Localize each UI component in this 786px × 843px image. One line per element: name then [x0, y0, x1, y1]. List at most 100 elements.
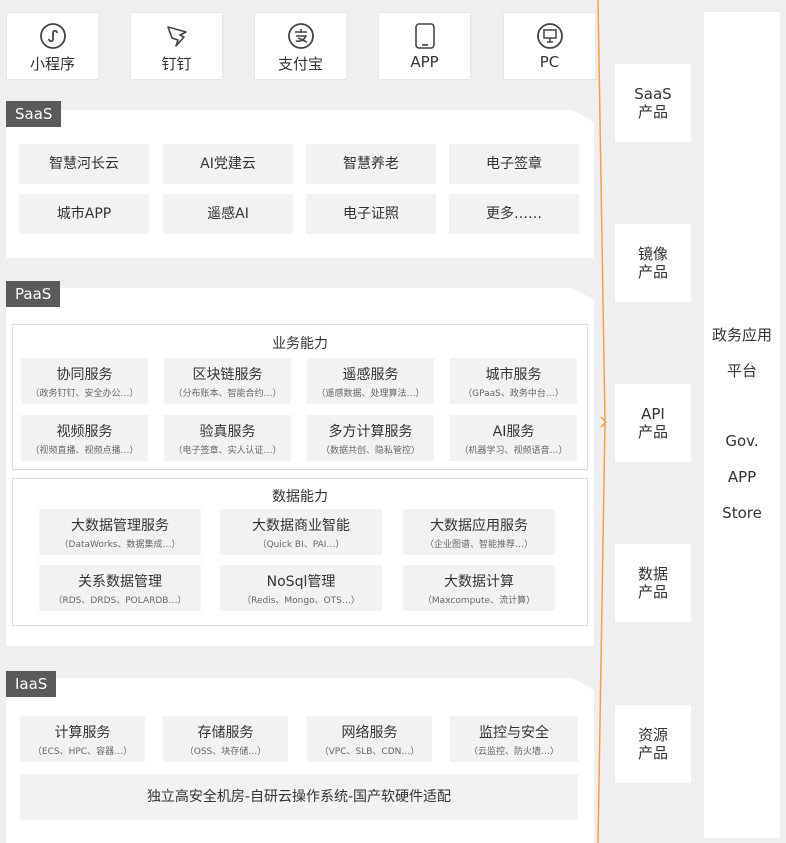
data-item: 关系数据管理 （RDS、DRDS、POLARDB…）: [39, 565, 201, 611]
business-item: 区块链服务 （分布账本、智能合约…）: [164, 358, 291, 404]
product-resource: 资源 产品: [615, 705, 691, 783]
iaas-item: 网络服务 （VPC、SLB、CDN…）: [307, 716, 432, 762]
mini-program-icon: [39, 23, 66, 49]
business-item: 多方计算服务 （数据共创、隐私管控）: [307, 415, 434, 461]
data-item-sub: （企业图谱、智能推荐…）: [424, 540, 533, 550]
endpoint-app: APP: [378, 12, 471, 80]
paas-tag: PaaS: [6, 281, 61, 307]
data-item-title: NoSql管理: [266, 574, 336, 590]
business-item: 视频服务 （视频直播、视频点播…）: [21, 415, 148, 461]
platform-line1: 政务应用: [711, 326, 772, 344]
data-capability-group: 数据能力 大数据管理服务 （DataWorks、数据集成…） 大数据商业智能 （Qu…: [12, 478, 588, 626]
endpoint-mini-program: 小程序: [6, 12, 99, 80]
iaas-item-sub: （ECS、HPC、容器…）: [32, 747, 133, 757]
endpoint-label: 支付宝: [277, 55, 323, 73]
saas-item: 城市APP: [19, 194, 149, 234]
business-item-sub: （政务钉钉、安全办公…）: [30, 389, 139, 399]
product-line1: 资源: [637, 726, 668, 744]
business-capability-group: 业务能力 协同服务 （政务钉钉、安全办公…） 区块链服务 （分布账本、智能合约…） …: [12, 324, 588, 470]
business-item-title: 遥感服务: [342, 367, 399, 383]
business-item: 验真服务 （电子签章、实人认证…）: [164, 415, 291, 461]
product-line2: 产品: [637, 103, 668, 121]
product-line2: 产品: [637, 263, 668, 281]
product-line2: 产品: [637, 583, 668, 601]
arrow-divider: [597, 0, 608, 843]
data-capability-title: 数据能力: [272, 489, 328, 505]
product-line2: 产品: [637, 744, 668, 762]
saas-item: 智慧养老: [306, 144, 436, 184]
business-item-title: AI服务: [492, 424, 535, 440]
saas-tag: SaaS: [6, 101, 62, 127]
business-item-sub: （分布账本、智能合约…）: [173, 389, 282, 399]
data-item-sub: （RDS、DRDS、POLARDB…）: [53, 596, 187, 606]
business-item-title: 城市服务: [485, 367, 542, 383]
saas-item: AI党建云: [163, 144, 293, 184]
iaas-item-sub: （OSS、块存储…）: [184, 747, 267, 757]
product-saas: SaaS 产品: [615, 64, 691, 142]
business-item-sub: （GPaaS、政务中台…）: [463, 389, 564, 399]
saas-item: 更多……: [449, 194, 579, 234]
business-item-sub: （数据共创、隐私管控）: [320, 446, 420, 456]
business-item-sub: （遥感数据、处理算法…）: [316, 389, 425, 399]
data-item-title: 大数据商业智能: [252, 518, 350, 534]
business-item: AI服务 （机器学习、视频语音…）: [450, 415, 577, 461]
platform-line4: APP: [727, 468, 757, 486]
product-line1: 镜像: [637, 245, 668, 263]
saas-item: 电子证照: [306, 194, 436, 234]
iaas-layer: 计算服务 （ECS、HPC、容器…） 存储服务 （OSS、块存储…） 网络服务 （VP…: [6, 678, 594, 843]
data-item: 大数据应用服务 （企业图谱、智能推荐…）: [403, 509, 555, 555]
data-item-title: 大数据计算: [444, 574, 514, 590]
endpoint-dingtalk: 钉钉: [130, 12, 223, 80]
business-item: 遥感服务 （遥感数据、处理算法…）: [307, 358, 434, 404]
iaas-item-title: 监控与安全: [479, 725, 549, 741]
data-item-title: 关系数据管理: [78, 574, 162, 590]
endpoint-label: PC: [539, 53, 560, 71]
saas-item: 电子签章: [449, 144, 579, 184]
paas-layer: 业务能力 协同服务 （政务钉钉、安全办公…） 区块链服务 （分布账本、智能合约…） …: [6, 288, 594, 646]
endpoint-label: 钉钉: [161, 55, 192, 73]
iaas-footer: 独立高安全机房-自研云操作系统-国产软硬件适配: [20, 774, 578, 820]
iaas-tag: IaaS: [6, 671, 57, 697]
iaas-item: 计算服务 （ECS、HPC、容器…）: [20, 716, 145, 762]
dingtalk-icon: [166, 26, 187, 47]
business-item-title: 视频服务: [56, 424, 113, 440]
platform-line3: Gov.: [725, 432, 759, 450]
gov-app-platform: 政务应用 平台 Gov. APP Store: [704, 12, 780, 838]
business-item-title: 区块链服务: [192, 367, 263, 383]
data-item-sub: （Quick BI、PAI…）: [257, 540, 345, 550]
endpoint-label: APP: [410, 53, 439, 71]
iaas-item-sub: （VPC、SLB、CDN…）: [319, 747, 420, 757]
iaas-item: 存储服务 （OSS、块存储…）: [163, 716, 288, 762]
business-capability-title: 业务能力: [272, 336, 328, 352]
data-item-sub: （Redis、Mongo、OTS…）: [242, 596, 360, 606]
business-item-title: 多方计算服务: [328, 424, 413, 440]
platform-line2: 平台: [726, 362, 757, 380]
business-item-title: 验真服务: [199, 424, 256, 440]
iaas-item-title: 计算服务: [54, 725, 111, 741]
iaas-item-sub: （云监控、防火墙…）: [468, 747, 559, 757]
business-item-title: 协同服务: [56, 367, 113, 383]
business-item: 城市服务 （GPaaS、政务中台…）: [450, 358, 577, 404]
saas-item: 智慧河长云: [19, 144, 149, 184]
product-data: 数据 产品: [615, 544, 691, 622]
platform-line5: Store: [722, 504, 762, 522]
product-mirror: 镜像 产品: [615, 224, 691, 302]
data-item-title: 大数据应用服务: [430, 518, 528, 534]
product-line1: 数据: [637, 565, 668, 583]
data-item: 大数据管理服务 （DataWorks、数据集成…）: [39, 509, 201, 555]
app-icon: [414, 23, 435, 49]
business-item-sub: （机器学习、视频语音…）: [459, 446, 568, 456]
endpoint-pc: PC: [503, 12, 596, 80]
data-item: NoSql管理 （Redis、Mongo、OTS…）: [220, 565, 382, 611]
iaas-item-title: 网络服务: [341, 725, 398, 741]
endpoint-alipay: 支付宝: [254, 12, 347, 80]
product-line1: API: [641, 405, 665, 423]
saas-item: 遥感AI: [163, 194, 293, 234]
alipay-icon: [287, 23, 314, 49]
pc-monitor-icon: [536, 23, 563, 49]
endpoint-label: 小程序: [29, 55, 75, 73]
iaas-item: 监控与安全 （云监控、防火墙…）: [450, 716, 578, 762]
data-item-title: 大数据管理服务: [71, 518, 169, 534]
business-item-sub: （电子签章、实人认证…）: [173, 446, 282, 456]
iaas-item-title: 存储服务: [197, 725, 254, 741]
